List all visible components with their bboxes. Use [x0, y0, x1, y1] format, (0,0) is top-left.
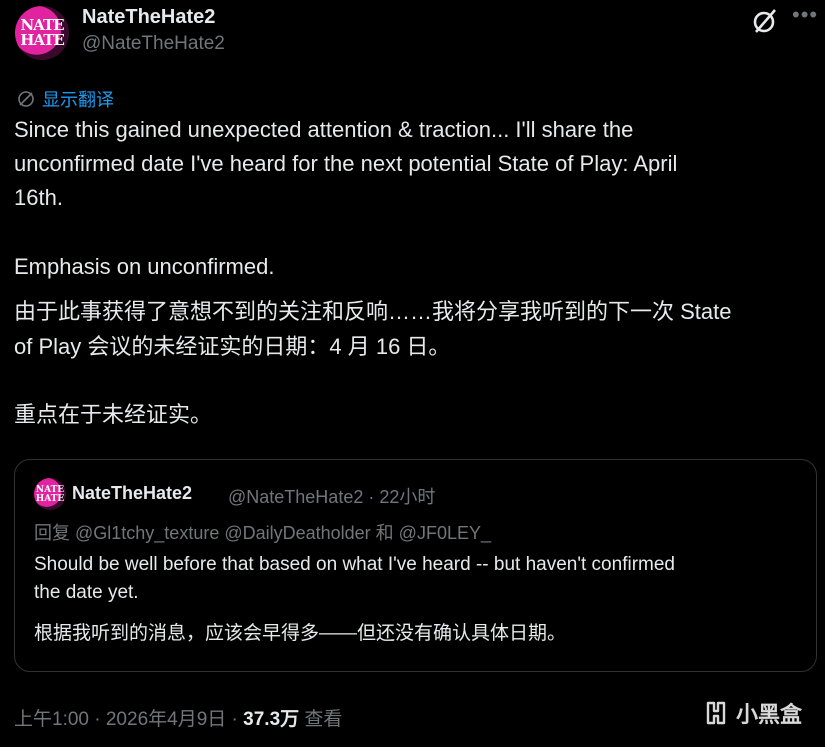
- tweet-timestamp-views: 上午1:00 · 2026年4月9日 · 37.3万 查看: [14, 704, 342, 731]
- watermark: 小黑盒: [702, 697, 802, 729]
- author-avatar[interactable]: NATE HATE: [15, 6, 69, 60]
- quote-author-avatar[interactable]: NATE HATE: [34, 478, 66, 510]
- tweet-text-line: Emphasis on unconfirmed.: [14, 254, 275, 279]
- quote-meta: @NateTheHate2 · 22小时: [228, 487, 436, 507]
- quote-author-name[interactable]: NateTheHate2: [72, 483, 192, 504]
- author-display-name[interactable]: NateTheHate2: [82, 6, 215, 29]
- tweet-translation-line: 由于此事获得了意想不到的关注和反响……我将分享我听到的下一次 State: [14, 299, 732, 324]
- more-icon[interactable]: •••: [792, 4, 818, 28]
- translate-label: 显示翻译: [42, 90, 114, 110]
- quote-text-line: the date yet.: [34, 582, 139, 603]
- translate-icon: [18, 91, 34, 107]
- tweet-translation-line: 重点在于未经证实。: [14, 402, 213, 427]
- tweet-text-line: 16th.: [14, 185, 63, 210]
- grok-icon[interactable]: [750, 6, 780, 36]
- quote-translation-line: 根据我听到的消息，应该会早得多——但还没有确认具体日期。: [34, 623, 567, 644]
- view-count-label: 查看: [299, 709, 343, 730]
- quote-reply-context: 回复 @Gl1tchy_texture @DailyDeatholder 和 @…: [34, 523, 491, 543]
- avatar-logo: NATE HATE: [20, 16, 65, 49]
- avatar-logo: NATE HATE: [35, 485, 65, 504]
- show-translation-link[interactable]: 显示翻译: [16, 86, 114, 112]
- tweet-text-line: unconfirmed date I've heard for the next…: [14, 151, 678, 176]
- xiaoheihe-logo-icon: [706, 701, 726, 725]
- tweet-timestamp[interactable]: 上午1:00 · 2026年4月9日 ·: [14, 709, 243, 730]
- tweet-text-line: Since this gained unexpected attention &…: [14, 117, 634, 142]
- view-count: 37.3万: [243, 709, 300, 730]
- quote-text-line: Should be well before that based on what…: [34, 554, 675, 575]
- watermark-text: 小黑盒: [736, 702, 803, 727]
- author-handle[interactable]: @NateTheHate2: [82, 33, 225, 55]
- tweet-translation-line: of Play 会议的未经证实的日期：4 月 16 日。: [14, 334, 451, 359]
